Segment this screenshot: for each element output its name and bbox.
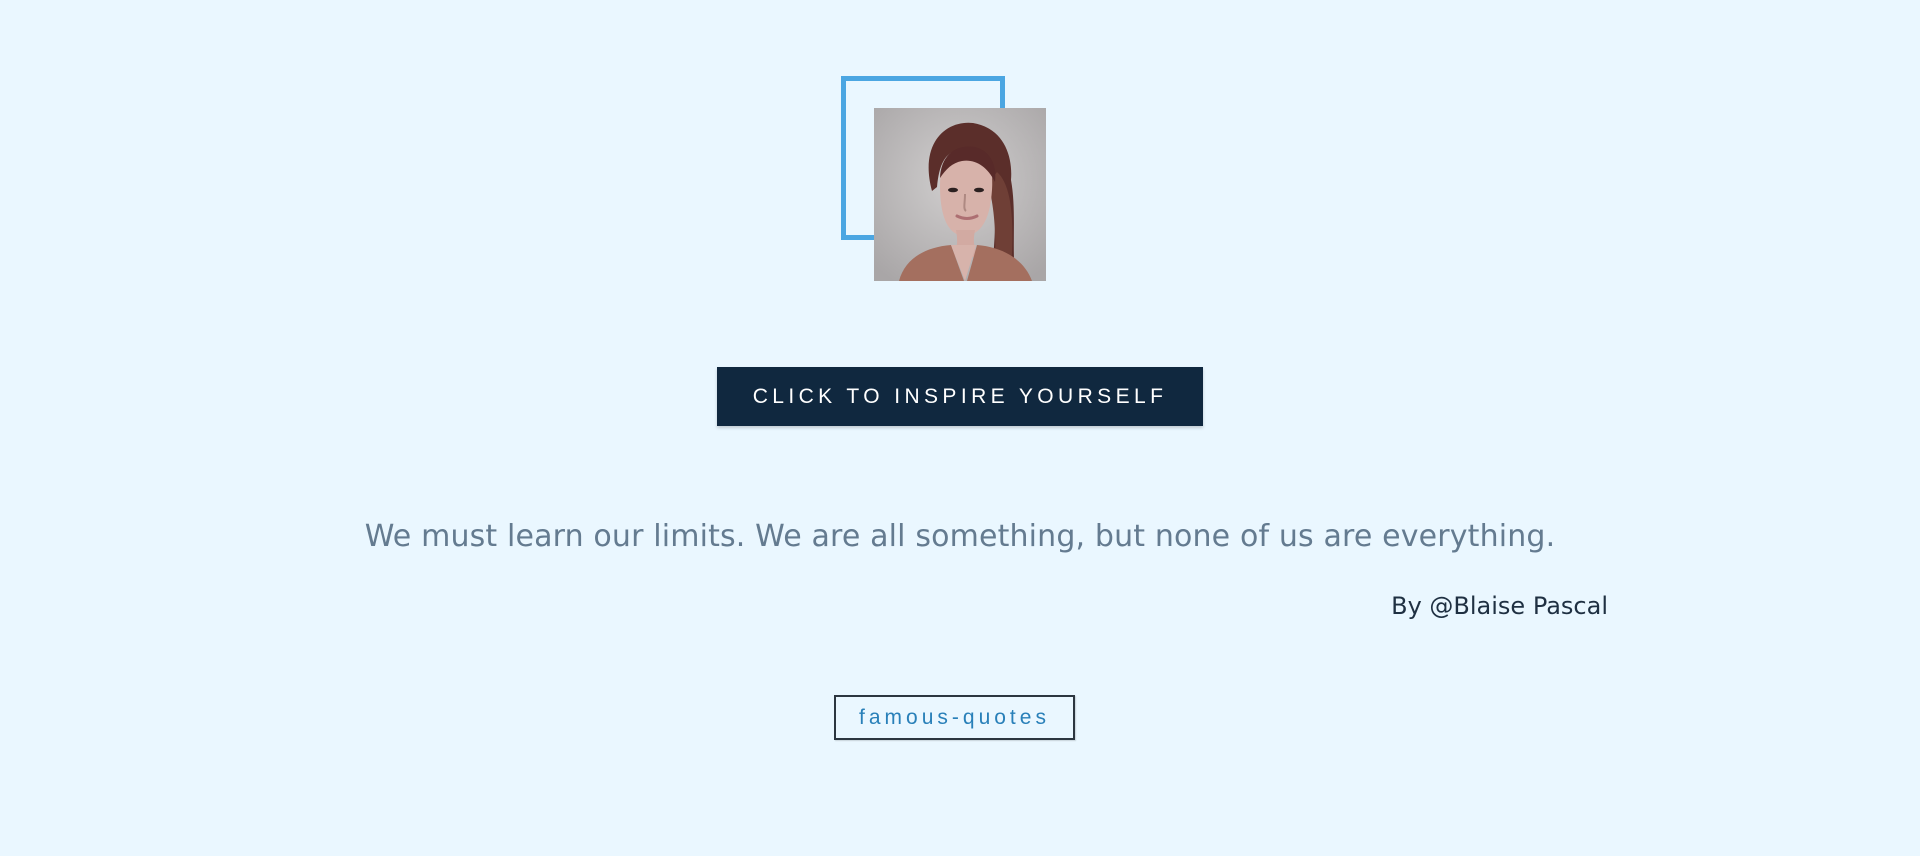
tag-famous-quotes[interactable]: famous-quotes: [834, 695, 1075, 740]
quote-text: We must learn our limits. We are all som…: [364, 519, 1556, 554]
quote-author: By @Blaise Pascal: [1391, 592, 1608, 620]
inspire-button[interactable]: CLICK TO INSPIRE YOURSELF: [717, 367, 1203, 426]
avatar-area: [841, 76, 1046, 281]
portrait-photo-icon: [874, 108, 1046, 281]
avatar: [874, 108, 1046, 281]
